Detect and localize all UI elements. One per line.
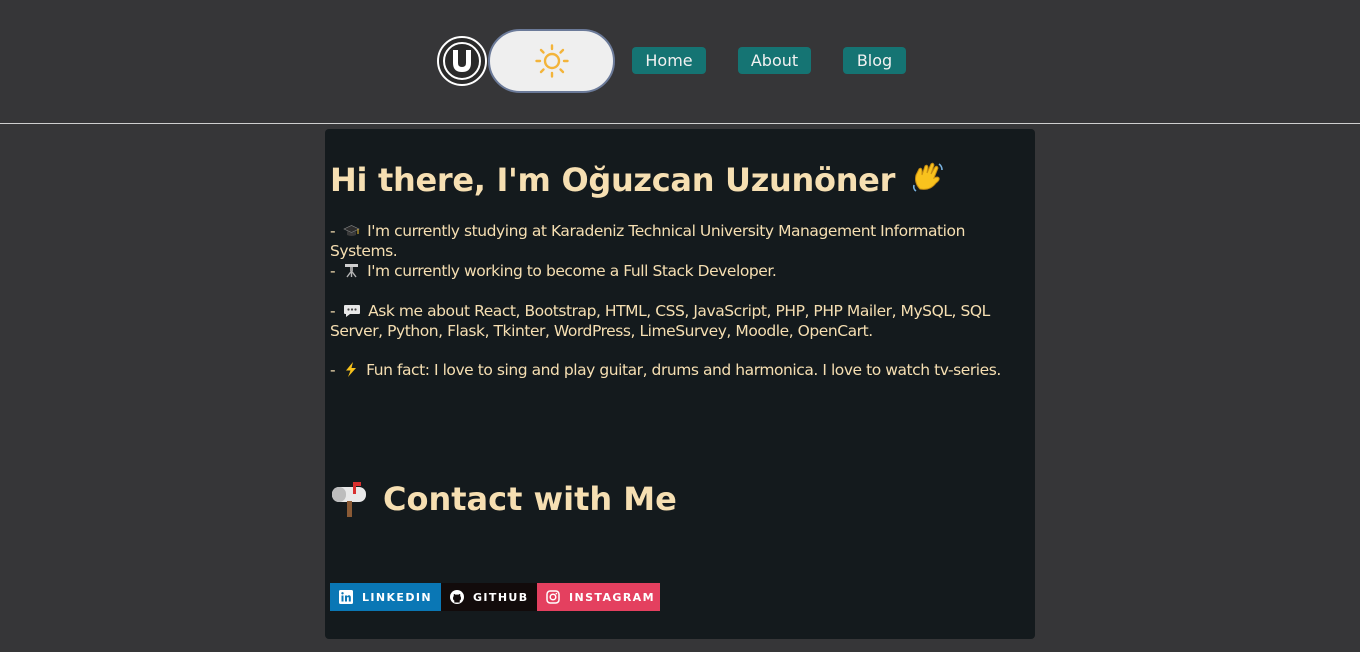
instagram-badge[interactable]: INSTAGRAM [537,583,660,611]
mailbox-icon [332,482,366,517]
intro-line-study: - I'm currently studying at Karadeniz Te… [330,221,1020,261]
line-prefix: - [330,302,336,320]
line-text: Fun fact: I love to sing and play guitar… [366,361,1001,379]
linkedin-badge-label: LINKEDIN [362,590,432,604]
graduation-cap-icon [342,225,360,236]
github-icon [450,590,464,604]
waving-hand-icon [912,162,943,192]
instagram-badge-label: INSTAGRAM [569,590,655,604]
nav-about-button[interactable]: About [738,47,811,74]
line-text: I'm currently working to become a Full S… [367,262,777,280]
line-prefix: - [330,222,336,240]
page-title: Hi there, I'm Oğuzcan Uzunöner [330,159,946,199]
github-badge-label: GITHUB [473,590,529,604]
line-text: I'm currently studying at Karadeniz Tech… [330,222,965,260]
theme-toggle[interactable] [488,29,615,93]
speech-bubble-icon [343,305,360,317]
github-badge[interactable]: GITHUB [441,583,537,611]
u-letter-icon [453,50,471,72]
intro-line-skills: - Ask me about React, Bootstrap, HTML, C… [330,301,1020,341]
line-prefix: - [330,262,336,280]
page-title-text: Hi there, I'm Oğuzcan Uzunöner [330,161,896,199]
nav-blog-button[interactable]: Blog [843,47,906,74]
site-header: Home About Blog [0,0,1360,124]
line-text: Ask me about React, Bootstrap, HTML, CSS… [330,302,990,340]
contact-title-text: Contact with Me [383,480,677,518]
intro-line-funfact: - Fun fact: I love to sing and play guit… [330,360,1020,380]
contact-title: Contact with Me [330,480,677,518]
logo-ring [443,42,481,80]
u-logo-icon[interactable] [437,36,487,86]
sun-icon [534,44,569,78]
instagram-icon [546,590,560,604]
line-prefix: - [330,361,336,379]
lightning-icon [345,362,356,377]
telescope-icon [344,264,358,278]
linkedin-badge[interactable]: LINKEDIN [330,583,441,611]
social-badges: LINKEDIN GITHUB INSTAGRAM [330,583,660,611]
profile-card: Hi there, I'm Oğuzcan Uzunöner - I'm cur… [325,129,1035,639]
nav-home-button[interactable]: Home [632,47,706,74]
linkedin-icon [339,590,353,604]
intro-line-work: - I'm currently working to become a Full… [330,261,1020,281]
